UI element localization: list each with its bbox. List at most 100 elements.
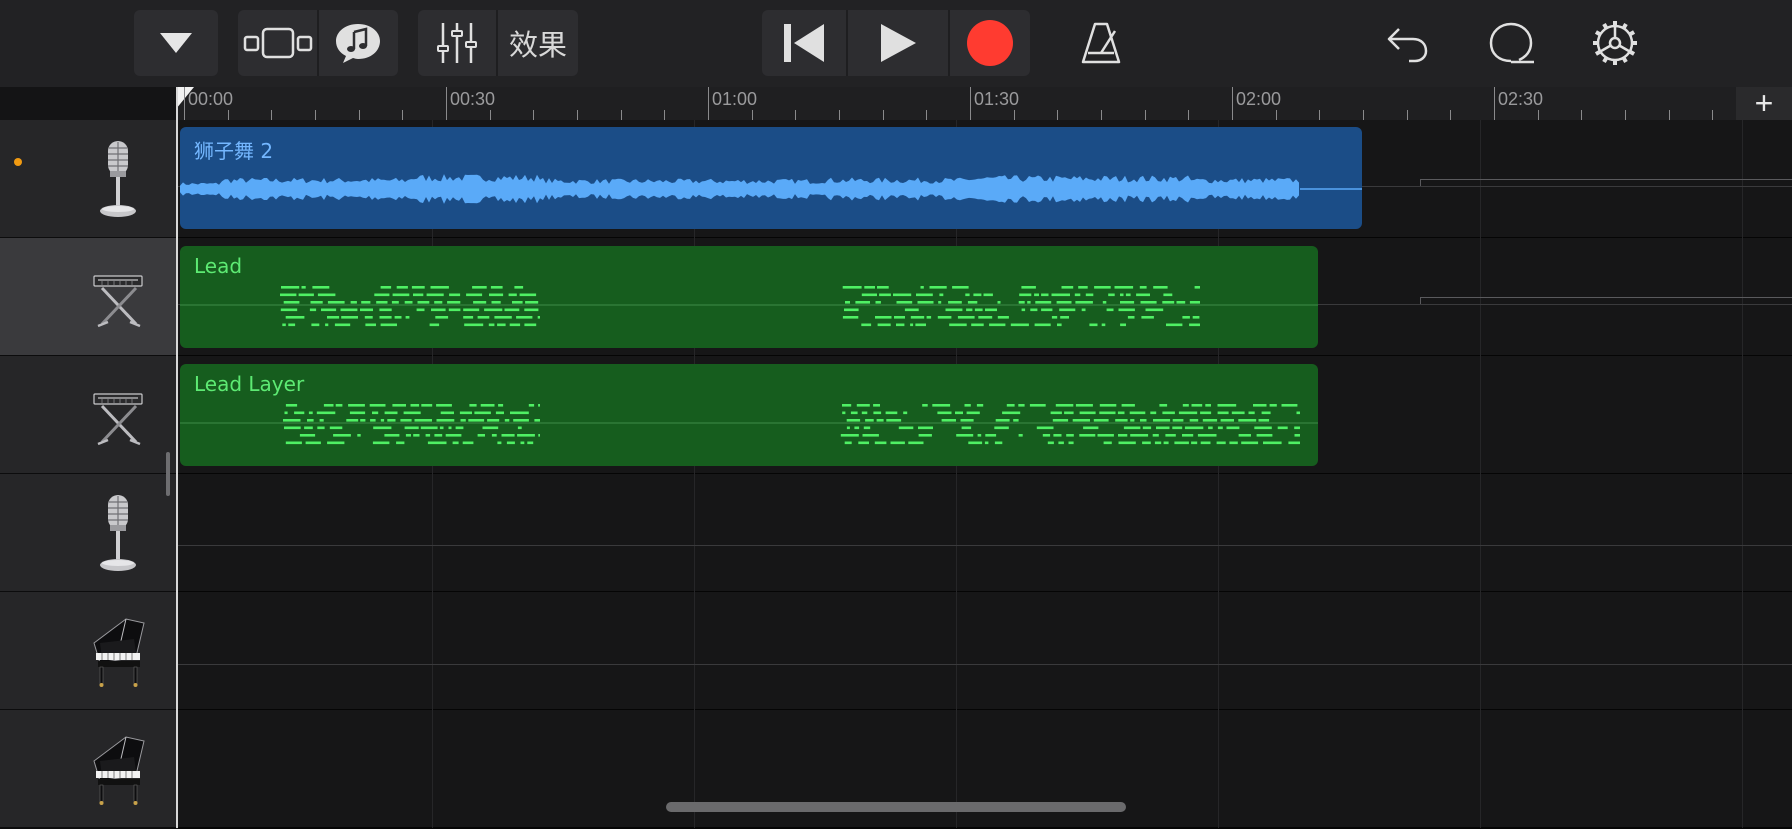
loop-browser-button[interactable] [318, 10, 398, 76]
midi-region[interactable]: Lead Layer [180, 364, 1318, 466]
ruler-major-tick [1232, 87, 1233, 120]
tracks-view-icon [243, 27, 313, 59]
track-header[interactable] [0, 238, 176, 357]
record-button[interactable] [950, 10, 1030, 76]
browser-button[interactable] [134, 10, 218, 76]
ruler-minor-tick [751, 110, 753, 120]
mixer-icon [437, 23, 477, 63]
ruler-minor-tick [1625, 110, 1626, 120]
ruler-minor-tick [882, 110, 884, 120]
track-lane[interactable] [178, 592, 1792, 711]
mixer-button[interactable] [418, 10, 496, 76]
ruler-minor-tick [402, 110, 404, 120]
mixer-group: 效果 [418, 10, 578, 76]
ruler-time-label: 00:00 [188, 89, 234, 109]
metronome-icon [1081, 22, 1121, 64]
volume-automation-step-edge [1420, 297, 1421, 304]
keyboard-stand-icon [60, 356, 176, 473]
ruler-minor-tick [577, 110, 578, 120]
rewind-button[interactable] [762, 10, 846, 76]
track-header[interactable] [0, 120, 176, 239]
ruler-minor-tick [533, 110, 535, 120]
volume-automation-line [178, 664, 1792, 665]
ruler-minor-tick [489, 110, 491, 120]
home-indicator[interactable] [666, 802, 1126, 812]
ruler-minor-tick [795, 110, 797, 120]
grand-piano-icon [60, 592, 176, 709]
view-group [238, 10, 398, 76]
audio-region[interactable]: 狮子舞 2 [180, 127, 1362, 229]
ruler-minor-tick [1013, 110, 1015, 120]
loop-toggle-button[interactable] [1478, 10, 1544, 76]
timeline-ruler[interactable]: 00:00 00:30 01:00 01:30 02:00 02:30 [176, 87, 1792, 120]
undo-button[interactable] [1374, 10, 1440, 76]
ruler-time-label: 02:00 [1236, 89, 1282, 109]
ruler-major-tick [446, 87, 447, 120]
tracks-view-button[interactable] [238, 10, 318, 76]
volume-automation-step-edge [1420, 179, 1421, 186]
track-header[interactable] [0, 356, 176, 475]
skip-back-icon [784, 24, 824, 62]
metronome-button[interactable] [1068, 10, 1134, 76]
ruler-major-tick [708, 87, 709, 120]
add-section-button[interactable]: + [1736, 85, 1792, 121]
ruler-minor-tick [1363, 110, 1364, 120]
ruler-time-label: 02:30 [1498, 89, 1544, 109]
region-title: Lead [194, 254, 243, 278]
control-bar: 效果 [0, 0, 1792, 87]
ruler-minor-tick [358, 110, 360, 120]
ruler-minor-tick [227, 110, 229, 120]
ruler-minor-tick [1406, 110, 1408, 120]
ruler-minor-tick [271, 110, 273, 120]
record-icon [967, 20, 1013, 66]
record-enable-indicator [14, 158, 22, 166]
ruler-major-tick [1494, 87, 1495, 120]
midi-notes [180, 404, 1318, 445]
ruler-minor-tick [1319, 110, 1321, 120]
chevron-down-icon [160, 33, 192, 53]
keyboard-stand-icon [60, 238, 176, 355]
ruler-minor-tick [620, 110, 622, 120]
microphone-icon [60, 474, 176, 591]
track-lane[interactable] [178, 474, 1792, 593]
volume-automation-step [1420, 179, 1792, 180]
tracks-area[interactable]: 狮子舞 2 Lead Lead Layer [178, 120, 1792, 829]
fx-button[interactable]: 效果 [498, 10, 578, 76]
grid-line [1480, 120, 1481, 828]
ruler-minor-tick [1668, 110, 1670, 120]
vertical-scroll-indicator[interactable] [166, 452, 170, 496]
transport-group [762, 10, 1030, 76]
grand-piano-icon [60, 710, 176, 827]
ruler-minor-tick [1057, 110, 1059, 120]
gear-icon [1593, 21, 1637, 65]
ruler-minor-tick [1537, 110, 1539, 120]
grid-line [1742, 120, 1743, 828]
ruler-major-tick [970, 87, 971, 120]
ruler-minor-tick [1144, 110, 1146, 120]
browser-group [134, 10, 218, 76]
fx-label: 效果 [508, 28, 567, 62]
waveform [180, 174, 1362, 204]
volume-automation-line [178, 545, 1792, 546]
loop-browser-icon [336, 24, 380, 63]
track-headers [0, 120, 176, 829]
volume-automation-step [1420, 297, 1792, 298]
track-header[interactable] [0, 592, 176, 711]
track-header[interactable] [0, 474, 176, 593]
microphone-icon [60, 120, 176, 237]
undo-icon [1387, 28, 1428, 63]
ruler-minor-tick [1275, 110, 1277, 120]
region-title: 狮子舞 2 [194, 139, 274, 163]
ruler-minor-tick [315, 110, 316, 120]
settings-button[interactable] [1582, 10, 1648, 76]
track-header[interactable] [0, 710, 176, 829]
loop-circle-icon [1489, 22, 1534, 64]
ruler-time-label: 01:30 [974, 89, 1020, 109]
ruler-major-tick [184, 87, 185, 120]
play-icon [881, 24, 916, 62]
midi-region[interactable]: Lead [180, 246, 1318, 348]
play-button[interactable] [848, 10, 948, 76]
ruler-minor-tick [1450, 110, 1452, 120]
ruler-minor-tick [664, 110, 666, 120]
ruler-time-label: 00:30 [450, 89, 496, 109]
